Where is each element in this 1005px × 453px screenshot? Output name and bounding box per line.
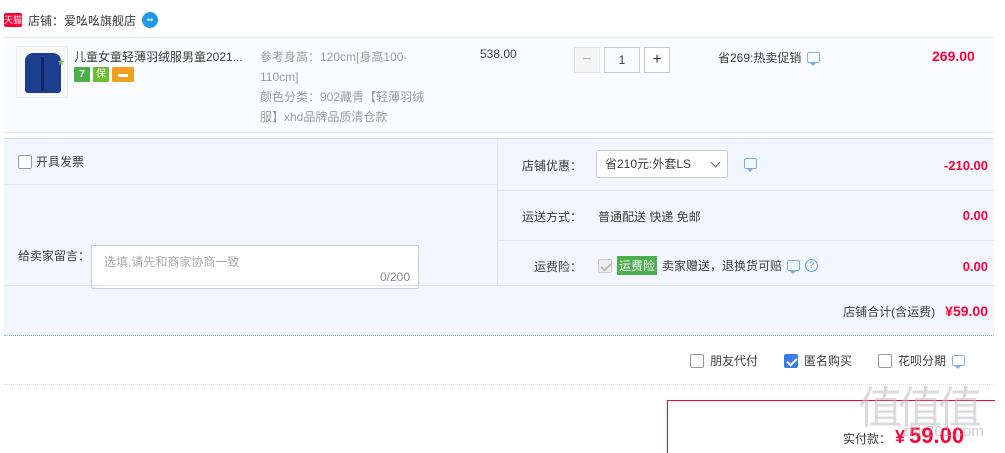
huabei-checkbox[interactable]	[878, 353, 893, 368]
seller-message-input[interactable]: 选填,请先和商家协商一致 0/200	[91, 245, 419, 289]
guarantee-icon[interactable]: 保	[93, 67, 109, 82]
sku-color: 颜色分类：902藏青【轻薄羽绒服】xhd品牌品质清仓款	[260, 90, 425, 124]
item-total: 269.00	[932, 48, 975, 64]
shop-discount-row: 店铺优惠： 省210元:外套LS -210.00	[498, 139, 994, 191]
seven-day-return-icon[interactable]: 7	[74, 67, 90, 82]
huabei-label: 花呗分期	[898, 354, 947, 368]
order-confirm-page: 天猫 店铺：爱吆吆旗舰店 •• ★ 儿童女童轻薄羽绒服男童2021... 7 保…	[0, 0, 1005, 453]
quantity-plus-button[interactable]: +	[644, 47, 670, 73]
friend-pay-option[interactable]: 朋友代付	[690, 352, 758, 369]
subtotal-value: ¥59.00	[945, 303, 988, 319]
shop-discount-label: 店铺优惠：	[522, 159, 583, 173]
insurance-value: 0.00	[962, 259, 988, 274]
promotion-text: 省269:热卖促销	[718, 51, 802, 65]
wangwang-icon[interactable]: ••	[142, 12, 159, 28]
huabei-chat-icon[interactable]	[952, 355, 966, 369]
product-thumbnail[interactable]: ★	[16, 46, 68, 98]
quantity-minus-button[interactable]: −	[574, 47, 600, 73]
huabei-option[interactable]: 花呗分期	[878, 352, 966, 369]
shop-subtotal: 店铺合计(含运费) ¥59.00	[843, 303, 988, 320]
insurance-row: 运费险： 运费险 卖家赠送，退换货可赔 ? 0.00	[498, 241, 994, 285]
shipping-method: 普通配送 快递 免邮	[598, 210, 701, 224]
credit-card-icon[interactable]: ▬	[112, 67, 134, 82]
order-options-panel: 开具发票 给卖家留言： 选填,请先和商家协商一致 0/200 店铺优惠： 省21…	[4, 138, 994, 336]
item-promotion: 省269:热卖促销	[718, 49, 821, 66]
insurance-label: 运费险：	[534, 260, 583, 274]
insurance-chat-icon[interactable]	[787, 260, 801, 274]
tmall-badge: 天猫	[4, 13, 23, 27]
chevron-down-icon	[710, 157, 721, 168]
insurance-info: 运费险 卖家赠送，退换货可赔 ?	[598, 256, 819, 275]
total-currency: ¥	[895, 427, 906, 447]
help-icon[interactable]: ?	[805, 259, 819, 272]
shop-subtotal-row: 店铺合计(含运费) ¥59.00	[4, 285, 994, 337]
star-icon: ★	[56, 57, 65, 67]
message-section: 给卖家留言： 选填,请先和商家协商一致 0/200	[4, 185, 498, 289]
total-amount: 59.00	[909, 423, 965, 448]
payment-options: 朋友代付 匿名购买 花呗分期	[690, 352, 969, 369]
shop-name[interactable]: 店铺：爱吆吆旗舰店	[28, 12, 136, 29]
insurance-text: 卖家赠送，退换货可赔	[662, 259, 783, 273]
sku-height: 参考身高：120cm[身高100-110cm]	[260, 50, 408, 84]
sku-info: 参考身高：120cm[身高100-110cm] 颜色分类：902藏青【轻薄羽绒服…	[260, 47, 440, 127]
shop-header: 天猫 店铺：爱吆吆旗舰店 ••	[4, 10, 159, 30]
invoice-label: 开具发票	[36, 155, 85, 169]
quantity-input[interactable]: 1	[604, 47, 640, 73]
unit-price: 538.00	[480, 47, 517, 61]
shipping-row: 运送方式： 普通配送 快递 免邮 0.00	[498, 191, 994, 241]
insurance-badge: 运费险	[617, 256, 658, 275]
item-row: ★ 儿童女童轻薄羽绒服男童2021... 7 保 ▬ 参考身高：120cm[身高…	[4, 37, 994, 133]
message-placeholder: 选填,请先和商家协商一致	[104, 255, 240, 269]
service-icons: 7 保 ▬	[74, 67, 134, 82]
friend-pay-label: 朋友代付	[710, 354, 759, 368]
shop-discount-select[interactable]: 省210元:外套LS	[596, 150, 728, 178]
shipping-value: 0.00	[962, 208, 988, 223]
invoice-section: 开具发票	[4, 139, 498, 185]
coat-image	[25, 53, 61, 93]
promo-chat-icon[interactable]	[807, 52, 821, 66]
anonymous-checkbox[interactable]	[784, 353, 799, 368]
total-payment-box: 实付款： ¥ 59.00	[667, 400, 995, 453]
shop-discount-value: -210.00	[943, 158, 988, 173]
friend-pay-checkbox[interactable]	[690, 353, 704, 368]
subtotal-label: 店铺合计(含运费)	[843, 305, 936, 319]
shipping-label: 运送方式：	[522, 210, 583, 224]
shop-discount-selected: 省210元:外套LS	[605, 157, 692, 171]
total-label: 实付款：	[843, 432, 892, 446]
invoice-checkbox[interactable]	[18, 154, 32, 169]
quantity-stepper: − 1 +	[574, 47, 670, 73]
total-payment: 实付款： ¥ 59.00	[843, 423, 964, 449]
invoice-option[interactable]: 开具发票	[18, 153, 84, 170]
insurance-checkbox	[598, 258, 612, 273]
message-label: 给卖家留言：	[18, 249, 91, 263]
message-char-count: 0/200	[379, 270, 410, 284]
section-divider	[4, 384, 994, 385]
item-title[interactable]: 儿童女童轻薄羽绒服男童2021...	[74, 48, 254, 65]
discount-chat-icon[interactable]	[744, 158, 757, 172]
anonymous-label: 匿名购买	[804, 354, 853, 368]
anonymous-option[interactable]: 匿名购买	[784, 352, 852, 369]
